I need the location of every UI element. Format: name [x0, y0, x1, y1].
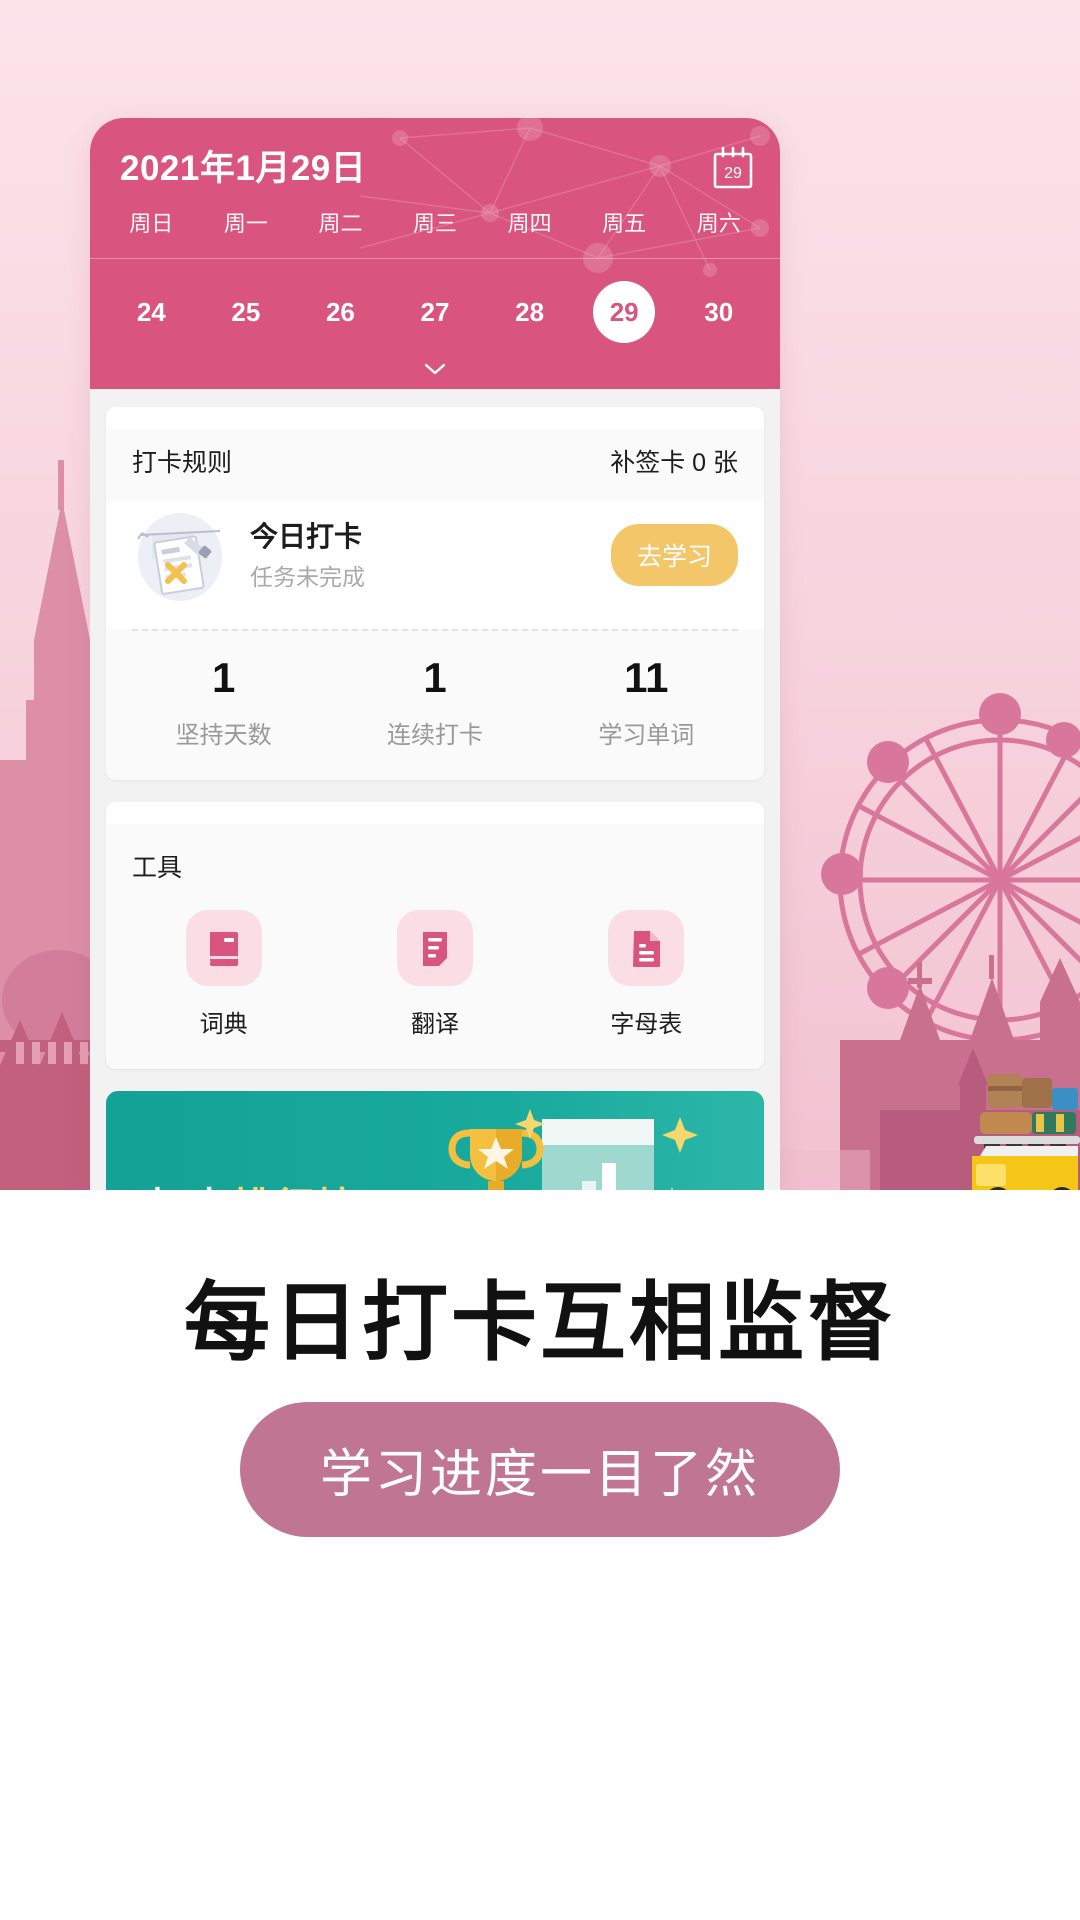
yellow-car-icon — [972, 1074, 1080, 1190]
tools-grid: 词典 翻译 字母表 — [106, 906, 764, 1069]
calendar-icon[interactable]: 29 — [712, 146, 754, 190]
weekday-sat: 周六 — [696, 211, 741, 236]
date-30[interactable]: 30 — [688, 281, 750, 343]
stat-value: 1 — [211, 654, 236, 701]
promo-pill-button[interactable]: 学习进度一目了然 — [239, 1402, 841, 1537]
page-title: 2021年1月29日 — [120, 148, 367, 188]
date-cell[interactable]: 28 — [482, 281, 577, 343]
weekday-sun: 周日 — [129, 211, 174, 236]
date-row: 24 25 26 27 28 29 30 — [90, 259, 780, 349]
date-28[interactable]: 28 — [499, 281, 561, 343]
weekday-wed: 周三 — [413, 211, 458, 236]
makeup-cards-count[interactable]: 补签卡 0 张 — [610, 443, 738, 479]
card-spacer — [106, 407, 764, 429]
date-24[interactable]: 24 — [120, 281, 182, 343]
tool-label: 字母表 — [610, 1011, 683, 1038]
phone-content: 打卡规则 补签卡 0 张 今日打卡 任务未完成 去学习 1 坚持天数 1 连续打… — [90, 389, 780, 1190]
trophy-chart-icon — [448, 1109, 698, 1190]
go-study-button[interactable]: 去学习 — [610, 524, 738, 586]
translate-document-icon[interactable] — [396, 910, 473, 986]
today-checkin-texts: 今日打卡 任务未完成 — [228, 519, 611, 592]
date-cell[interactable]: 24 — [104, 281, 199, 343]
leaderboard-title-part1: 打卡 — [148, 1186, 232, 1190]
card-spacer — [106, 802, 764, 824]
checkin-rules-link[interactable]: 打卡规则 — [132, 443, 232, 479]
date-29-selected[interactable]: 29 — [593, 281, 656, 343]
calendar-icon-day: 29 — [724, 165, 742, 182]
stat-label: 坚持天数 — [175, 722, 272, 749]
tool-translate[interactable]: 翻译 — [329, 910, 540, 1039]
calendar-header: 2021年1月29日 29 周日 周一 周二 周三 周四 周五 周六 24 25… — [90, 118, 780, 389]
stat-persist-days: 1 坚持天数 — [118, 657, 329, 750]
leaderboard-banner[interactable]: 打卡排行榜 — [106, 1091, 764, 1190]
leaderboard-title-part2: 排行榜 — [232, 1186, 358, 1190]
stat-streak: 1 连续打卡 — [329, 657, 540, 750]
chevron-down-icon[interactable] — [424, 363, 446, 375]
rules-row: 打卡规则 补签卡 0 张 — [106, 429, 764, 501]
tool-dictionary[interactable]: 词典 — [118, 910, 329, 1039]
file-text-icon[interactable] — [608, 910, 685, 986]
date-27[interactable]: 27 — [404, 281, 466, 343]
date-cell[interactable]: 25 — [199, 281, 294, 343]
weekday-fri: 周五 — [602, 211, 647, 236]
tools-card: 工具 词典 翻译 字母表 — [106, 802, 764, 1069]
weekday-row: 周日 周一 周二 周三 周四 周五 周六 — [90, 198, 780, 259]
phone-screen: 2021年1月29日 29 周日 周一 周二 周三 周四 周五 周六 24 25… — [90, 118, 780, 1190]
checkin-card: 打卡规则 补签卡 0 张 今日打卡 任务未完成 去学习 1 坚持天数 1 连续打… — [106, 407, 764, 780]
date-26[interactable]: 26 — [309, 281, 371, 343]
weekday-thu: 周四 — [507, 211, 552, 236]
today-checkin-row: 今日打卡 任务未完成 去学习 — [106, 501, 764, 629]
checkin-note-icon — [132, 507, 228, 603]
tools-title: 工具 — [106, 824, 764, 906]
stat-label: 连续打卡 — [386, 722, 483, 749]
stats-row: 1 坚持天数 1 连续打卡 11 学习单词 — [106, 631, 764, 780]
today-checkin-status: 任务未完成 — [250, 563, 365, 590]
stat-label: 学习单词 — [598, 722, 695, 749]
tool-label: 词典 — [199, 1011, 248, 1038]
expand-calendar-button[interactable] — [90, 349, 780, 389]
promo-background: 2021年1月29日 29 周日 周一 周二 周三 周四 周五 周六 24 25… — [0, 0, 1080, 1190]
date-25[interactable]: 25 — [215, 281, 277, 343]
stat-value: 1 — [423, 654, 447, 701]
leaderboard-title: 打卡排行榜 — [148, 1175, 358, 1190]
tool-label: 翻译 — [410, 1011, 459, 1038]
date-cell[interactable]: 27 — [388, 281, 483, 343]
weekday-tue: 周二 — [318, 211, 363, 236]
tool-alphabet[interactable]: 字母表 — [541, 910, 752, 1039]
stat-value: 11 — [624, 654, 669, 701]
date-cell[interactable]: 29 — [577, 281, 672, 343]
date-cell[interactable]: 30 — [671, 281, 766, 343]
promo-headline: 每日打卡互相监督 — [184, 1275, 896, 1371]
book-icon[interactable] — [185, 910, 262, 986]
today-checkin-title: 今日打卡 — [250, 520, 363, 552]
date-cell[interactable]: 26 — [293, 281, 388, 343]
weekday-mon: 周一 — [223, 211, 268, 236]
stat-words-learned: 11 学习单词 — [541, 657, 752, 750]
